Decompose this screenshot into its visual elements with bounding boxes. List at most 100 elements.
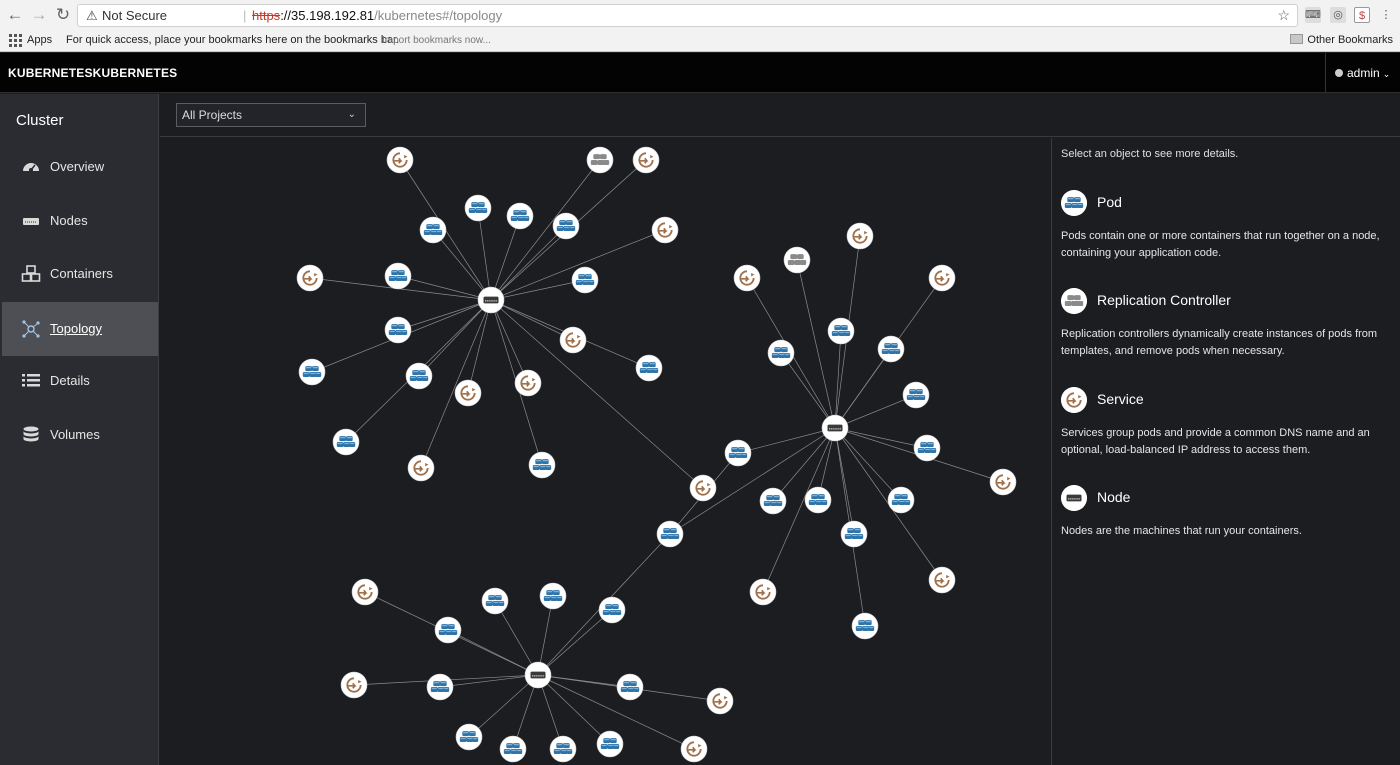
extension-evernote-icon[interactable]: ◎ — [1330, 7, 1346, 23]
pod-node[interactable] — [539, 582, 567, 610]
service-node[interactable] — [386, 146, 414, 174]
topology-canvas[interactable] — [160, 138, 1051, 765]
topology-graph[interactable] — [160, 138, 1051, 765]
replication-controller-node[interactable] — [586, 146, 614, 174]
pod-node[interactable] — [804, 486, 832, 514]
bookmark-star-icon[interactable]: ☆ — [1277, 5, 1290, 26]
pod-node[interactable] — [506, 202, 534, 230]
user-menu-button[interactable]: admin ⌄ — [1325, 53, 1400, 93]
service-node[interactable] — [928, 566, 956, 594]
service-node[interactable] — [454, 379, 482, 407]
pod-node[interactable] — [528, 451, 556, 479]
pod-node[interactable] — [767, 339, 795, 367]
service-node[interactable] — [928, 264, 956, 292]
pod-node[interactable] — [877, 335, 905, 363]
service-node[interactable] — [407, 454, 435, 482]
node-node[interactable] — [477, 286, 505, 314]
service-node[interactable] — [559, 326, 587, 354]
browser-chrome: ← → ↻ ⚠ Not Secure | https://35.198.192.… — [0, 0, 1400, 52]
address-bar[interactable]: ⚠ Not Secure | https://35.198.192.81/kub… — [77, 4, 1298, 27]
pod-node[interactable] — [902, 381, 930, 409]
node-node[interactable] — [524, 661, 552, 689]
apps-grid-icon[interactable] — [9, 34, 22, 47]
pod-node[interactable] — [635, 354, 663, 382]
service-node[interactable] — [989, 468, 1017, 496]
extension-keyboard-icon[interactable]: ⌨ — [1305, 7, 1321, 23]
pod-node[interactable] — [499, 735, 527, 763]
forward-icon[interactable]: → — [28, 4, 50, 26]
other-bookmarks-label: Other Bookmarks — [1307, 34, 1393, 46]
pod-node[interactable] — [887, 486, 915, 514]
sidebar-item-overview[interactable]: Overview — [2, 140, 158, 194]
pod-node[interactable] — [549, 735, 577, 763]
security-label[interactable]: Not Secure — [102, 5, 167, 26]
replication-controller-icon — [1061, 288, 1087, 314]
pod-node[interactable] — [384, 316, 412, 344]
topology-edge — [780, 352, 836, 429]
pod-node[interactable] — [616, 673, 644, 701]
url-text[interactable]: https://35.198.192.81/kubernetes#/topolo… — [252, 5, 502, 26]
service-node[interactable] — [514, 369, 542, 397]
service-node[interactable] — [296, 264, 324, 292]
apps-link[interactable]: Apps — [27, 31, 52, 50]
details-panel: Select an object to see more details. Po… — [1051, 138, 1400, 765]
import-bookmarks-link[interactable]: Import bookmarks now... — [382, 31, 491, 50]
pod-node[interactable] — [298, 358, 326, 386]
pod-node[interactable] — [656, 520, 684, 548]
bookmarks-hint: For quick access, place your bookmarks h… — [66, 34, 400, 46]
pod-node[interactable] — [419, 216, 447, 244]
pod-node[interactable] — [434, 616, 462, 644]
bookmarks-bar: Apps For quick access, place your bookma… — [0, 31, 1400, 52]
sidebar-item-containers[interactable]: Containers — [2, 247, 158, 301]
sidebar-item-volumes[interactable]: Volumes — [2, 408, 158, 462]
service-node[interactable] — [733, 264, 761, 292]
service-node[interactable] — [340, 671, 368, 699]
pod-node[interactable] — [426, 673, 454, 701]
details-hint: Select an object to see more details. — [1061, 148, 1239, 160]
sidebar-item-label: Details — [50, 373, 90, 388]
extension-s-icon[interactable]: $ — [1354, 7, 1370, 23]
topology-nodes[interactable] — [296, 146, 1017, 763]
service-node[interactable] — [680, 735, 708, 763]
pod-node[interactable] — [827, 317, 855, 345]
service-node[interactable] — [689, 474, 717, 502]
sidebar-item-topology[interactable]: Topology — [2, 302, 158, 356]
sidebar-item-details[interactable]: Details — [2, 354, 158, 408]
pod-node[interactable] — [332, 428, 360, 456]
topology-edge — [490, 225, 567, 301]
pod-node[interactable] — [759, 487, 787, 515]
pod-node[interactable] — [724, 439, 752, 467]
sidebar-item-label: Topology — [50, 321, 103, 336]
warning-icon[interactable]: ⚠ — [86, 5, 98, 26]
replication-controller-node[interactable] — [783, 246, 811, 274]
service-node[interactable] — [846, 222, 874, 250]
node-node[interactable] — [821, 414, 849, 442]
pod-node[interactable] — [913, 434, 941, 462]
topology-edge — [490, 299, 529, 384]
pod-node[interactable] — [455, 723, 483, 751]
pod-node[interactable] — [464, 194, 492, 222]
pod-node[interactable] — [552, 212, 580, 240]
pod-node[interactable] — [405, 362, 433, 390]
topology-edges — [309, 159, 1004, 750]
pod-node[interactable] — [840, 520, 868, 548]
service-node[interactable] — [706, 687, 734, 715]
reload-icon[interactable]: ↻ — [52, 4, 74, 26]
back-icon[interactable]: ← — [4, 4, 26, 26]
pod-node[interactable] — [571, 266, 599, 294]
pod-node[interactable] — [598, 596, 626, 624]
other-bookmarks-button[interactable]: Other Bookmarks — [1290, 31, 1393, 50]
brand-logo[interactable]: KUBERNETESKUBERNETES — [8, 66, 177, 80]
service-node[interactable] — [651, 216, 679, 244]
service-node[interactable] — [632, 146, 660, 174]
pod-node[interactable] — [384, 262, 412, 290]
sidebar-item-nodes[interactable]: Nodes — [2, 194, 158, 248]
browser-menu-icon[interactable]: ⋮ — [1378, 7, 1394, 23]
address-separator: | — [243, 8, 247, 23]
service-node[interactable] — [351, 578, 379, 606]
service-node[interactable] — [749, 578, 777, 606]
pod-node[interactable] — [596, 730, 624, 758]
pod-node[interactable] — [481, 587, 509, 615]
pod-node[interactable] — [851, 612, 879, 640]
project-filter-select[interactable]: All Projects ⌄ — [176, 103, 366, 127]
